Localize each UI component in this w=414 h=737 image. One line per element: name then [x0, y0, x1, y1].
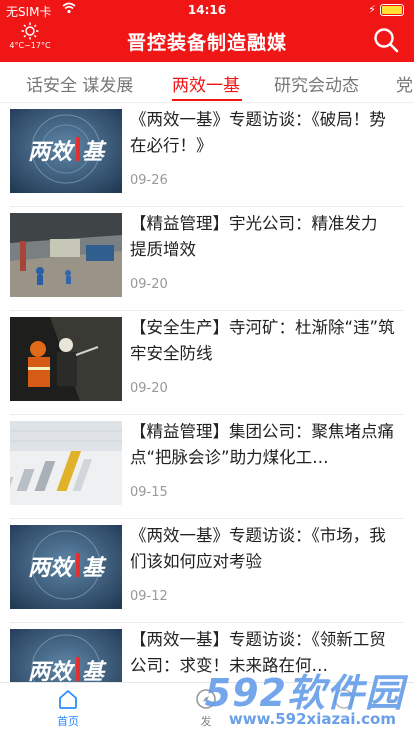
- article-date: 09-20: [130, 277, 168, 292]
- charging-icon: ⚡: [368, 3, 376, 16]
- nav-home[interactable]: 首页: [38, 687, 98, 729]
- article-date: 09-15: [130, 485, 168, 500]
- svg-text:两效: 两效: [28, 555, 76, 581]
- profile-icon: [334, 689, 354, 709]
- home-icon: [59, 690, 77, 709]
- article-thumbnail: [10, 213, 122, 297]
- nav-home-label: 首页: [57, 715, 79, 728]
- list-item[interactable]: 【精益管理】集团公司：聚焦堵点痛点“把脉会诊”助力煤化工… 09-15: [0, 415, 414, 519]
- article-title: 【两效一基】专题访谈：《领新工贸公司：求变！未来路在何…: [130, 630, 386, 675]
- nav-profile[interactable]: [314, 687, 374, 713]
- svg-text:基: 基: [82, 139, 107, 165]
- article-title: 【精益管理】集团公司：聚焦堵点痛点“把脉会诊”助力煤化工…: [130, 422, 394, 467]
- category-tabs: 话安全 谋发展 两效一基 研究会动态 党: [0, 62, 414, 103]
- tab-research-news[interactable]: 研究会动态: [274, 71, 359, 96]
- battery-icon: [380, 4, 404, 16]
- search-icon[interactable]: [372, 26, 400, 54]
- nav-discover-label: 发: [200, 715, 212, 728]
- svg-text:基: 基: [82, 555, 107, 581]
- tab-safety-development[interactable]: 话安全 谋发展: [26, 71, 133, 96]
- page-title: 晋控装备制造融媒: [126, 32, 287, 54]
- tab-liangxiao-yiji[interactable]: 两效一基: [172, 71, 240, 96]
- bottom-nav: 首页 发: [0, 682, 414, 737]
- nav-discover[interactable]: 发: [176, 687, 236, 729]
- discover-icon: [196, 689, 216, 709]
- svg-text:两效: 两效: [28, 139, 76, 165]
- list-item[interactable]: 【精益管理】宇光公司：精准发力 提质增效 09-20: [0, 207, 414, 311]
- article-thumbnail: 两效 基: [10, 525, 122, 609]
- tab-party[interactable]: 党: [396, 71, 413, 96]
- article-title: 《两效一基》专题访谈：《破局！势在必行！》: [130, 110, 386, 155]
- active-tab-indicator: [172, 99, 242, 101]
- article-title: 【精益管理】宇光公司：精准发力 提质增效: [130, 214, 378, 259]
- article-date: 09-26: [130, 173, 168, 188]
- list-item[interactable]: 两效 基 《两效一基》专题访谈：《市场，我们该如何应对考验 09-12: [0, 519, 414, 623]
- article-thumbnail: [10, 317, 122, 401]
- article-title: 【安全生产】寺河矿：杜渐除“违”筑牢安全防线: [130, 318, 395, 363]
- list-item[interactable]: 【安全生产】寺河矿：杜渐除“违”筑牢安全防线 09-20: [0, 311, 414, 415]
- app-header: 无SIM卡 14:16 ⚡ 4°C~17°C 晋控装备制造融媒: [0, 0, 414, 62]
- article-thumbnail: 两效 基: [10, 109, 122, 193]
- article-date: 09-20: [130, 381, 168, 396]
- article-title: 《两效一基》专题访谈：《市场，我们该如何应对考验: [130, 526, 386, 571]
- status-bar: 无SIM卡 14:16 ⚡: [0, 0, 414, 20]
- status-time: 14:16: [187, 3, 227, 17]
- list-item[interactable]: 两效 基 《两效一基》专题访谈：《破局！势在必行！》 09-26: [0, 103, 414, 207]
- article-thumbnail: [10, 421, 122, 505]
- article-date: 09-12: [130, 589, 168, 604]
